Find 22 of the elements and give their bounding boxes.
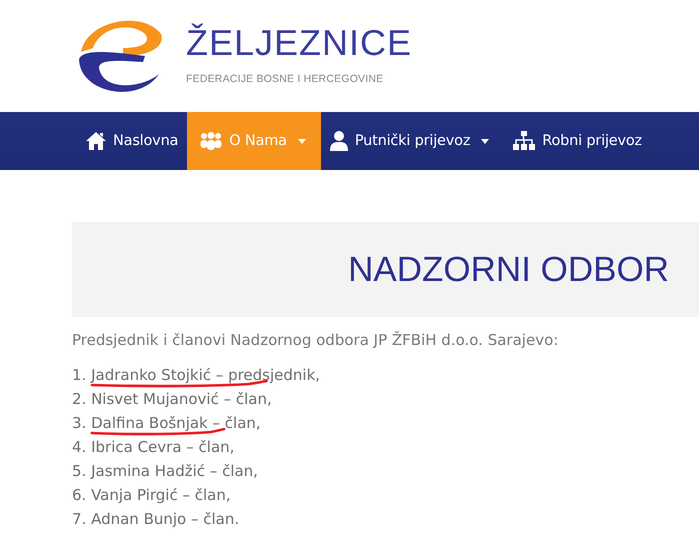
- nav-label: Putnički prijevoz: [354, 133, 470, 149]
- member-line: 6. Vanja Pirgić – član,: [72, 486, 231, 504]
- nav-label: Robni prijevoz: [542, 133, 642, 149]
- intro-text: Predsjednik i članovi Nadzornog odbora JP ŽFBiH d.o.o. Sarajevo:: [72, 331, 560, 349]
- nav-item[interactable]: Putnički prijevoz: [320, 112, 504, 170]
- site-subtitle: FEDERACIJE BOSNE I HERCEGOVINE: [186, 73, 384, 85]
- member-line: 5. Jasmina Hadžić – član,: [72, 462, 258, 480]
- nav-label: Naslovna: [113, 133, 178, 149]
- nav-item[interactable]: Robni prijevoz: [504, 112, 651, 170]
- nav-label: O Nama: [229, 133, 287, 149]
- member-line: 7. Adnan Bunjo – član.: [72, 510, 240, 528]
- nav-item[interactable]: Naslovna: [86, 112, 188, 170]
- home-icon: [86, 132, 106, 150]
- member-line: 2. Nisvet Mujanović – član,: [72, 390, 272, 408]
- person-icon: [330, 131, 348, 151]
- group-icon: [200, 132, 222, 150]
- member-line: 1. Jadranko Stojkić – predsjednik,: [72, 366, 320, 384]
- member-line: 4. Ibrica Cevra – član,: [72, 438, 234, 456]
- member-line: 3. Dalfina Bošnjak – član,: [72, 414, 261, 432]
- sitemap-icon: [513, 131, 536, 151]
- site-title: ŽELJEZNICE: [186, 23, 412, 63]
- page-title: NADZORNI ODBOR: [348, 250, 669, 290]
